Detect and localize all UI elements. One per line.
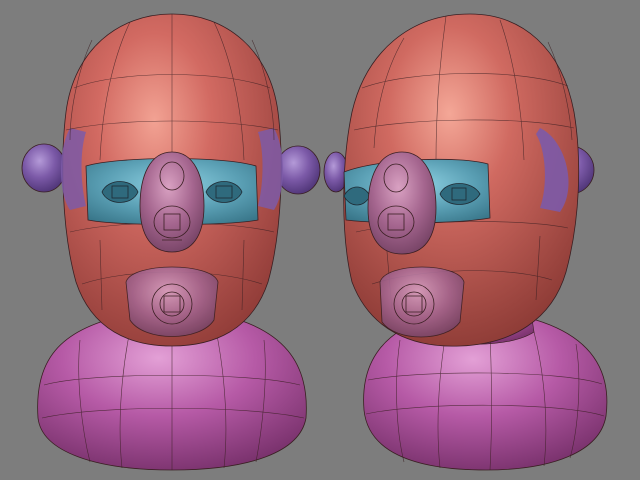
ear-left-front <box>21 143 67 193</box>
mouth-area-front <box>125 266 219 337</box>
nose-three-quarter <box>367 151 437 255</box>
head-model-three-quarter[interactable] <box>323 13 608 471</box>
scene-canvas <box>21 13 608 471</box>
nose-front <box>139 151 205 253</box>
head-model-front[interactable] <box>21 13 321 471</box>
viewport-3d[interactable] <box>0 0 640 480</box>
